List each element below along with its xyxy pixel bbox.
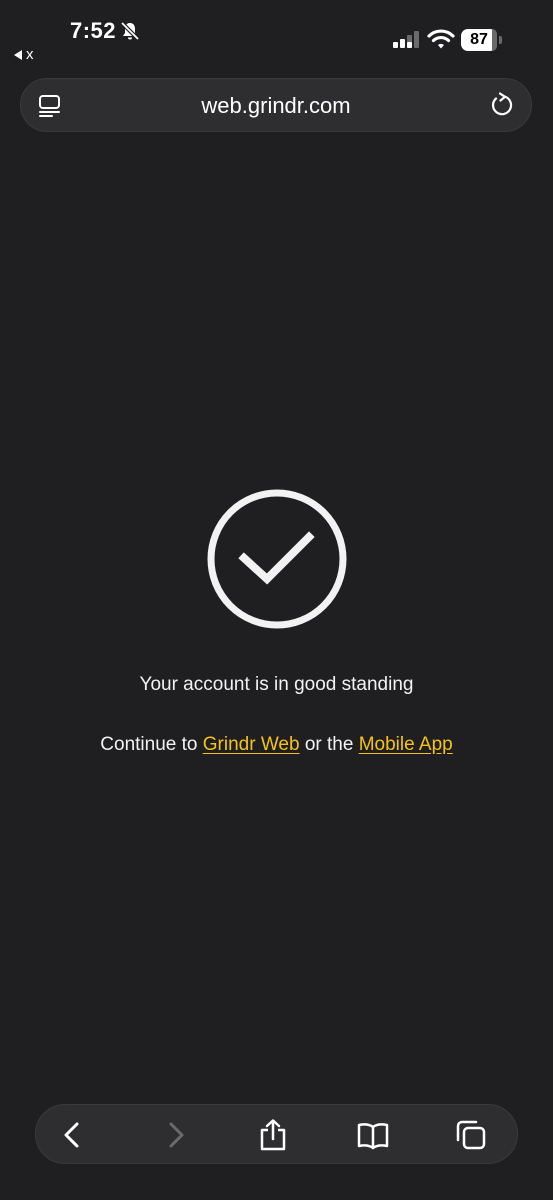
address-bar[interactable]: web.grindr.com <box>20 78 532 132</box>
check-circle-icon <box>206 488 348 630</box>
battery-icon: 87 <box>461 29 503 51</box>
back-app-label: x <box>26 46 34 63</box>
mobile-app-link[interactable]: Mobile App <box>359 734 453 755</box>
account-status-text: Your account is in good standing <box>139 674 414 695</box>
browser-toolbar <box>35 1104 518 1164</box>
status-bar: 7:52 x 87 <box>0 0 553 72</box>
back-triangle-icon <box>14 49 22 60</box>
bookmarks-icon[interactable] <box>356 1118 390 1152</box>
battery-level: 87 <box>461 29 497 51</box>
status-time: 7:52 <box>70 18 117 43</box>
continue-middle: or the <box>299 734 359 755</box>
bell-slash-icon <box>120 21 140 41</box>
grindr-web-link[interactable]: Grindr Web <box>203 734 300 755</box>
back-to-app-button[interactable]: x <box>14 46 34 63</box>
tabs-icon[interactable] <box>454 1118 488 1152</box>
reload-icon[interactable] <box>489 92 515 118</box>
back-icon[interactable] <box>56 1118 90 1152</box>
url-text[interactable]: web.grindr.com <box>21 93 531 119</box>
wifi-icon <box>427 28 455 50</box>
share-icon[interactable] <box>256 1118 290 1152</box>
forward-icon[interactable] <box>158 1118 192 1152</box>
continue-line: Continue to Grindr Web or the Mobile App <box>0 734 553 756</box>
signal-icon <box>392 30 422 50</box>
continue-prefix: Continue to <box>100 734 203 755</box>
